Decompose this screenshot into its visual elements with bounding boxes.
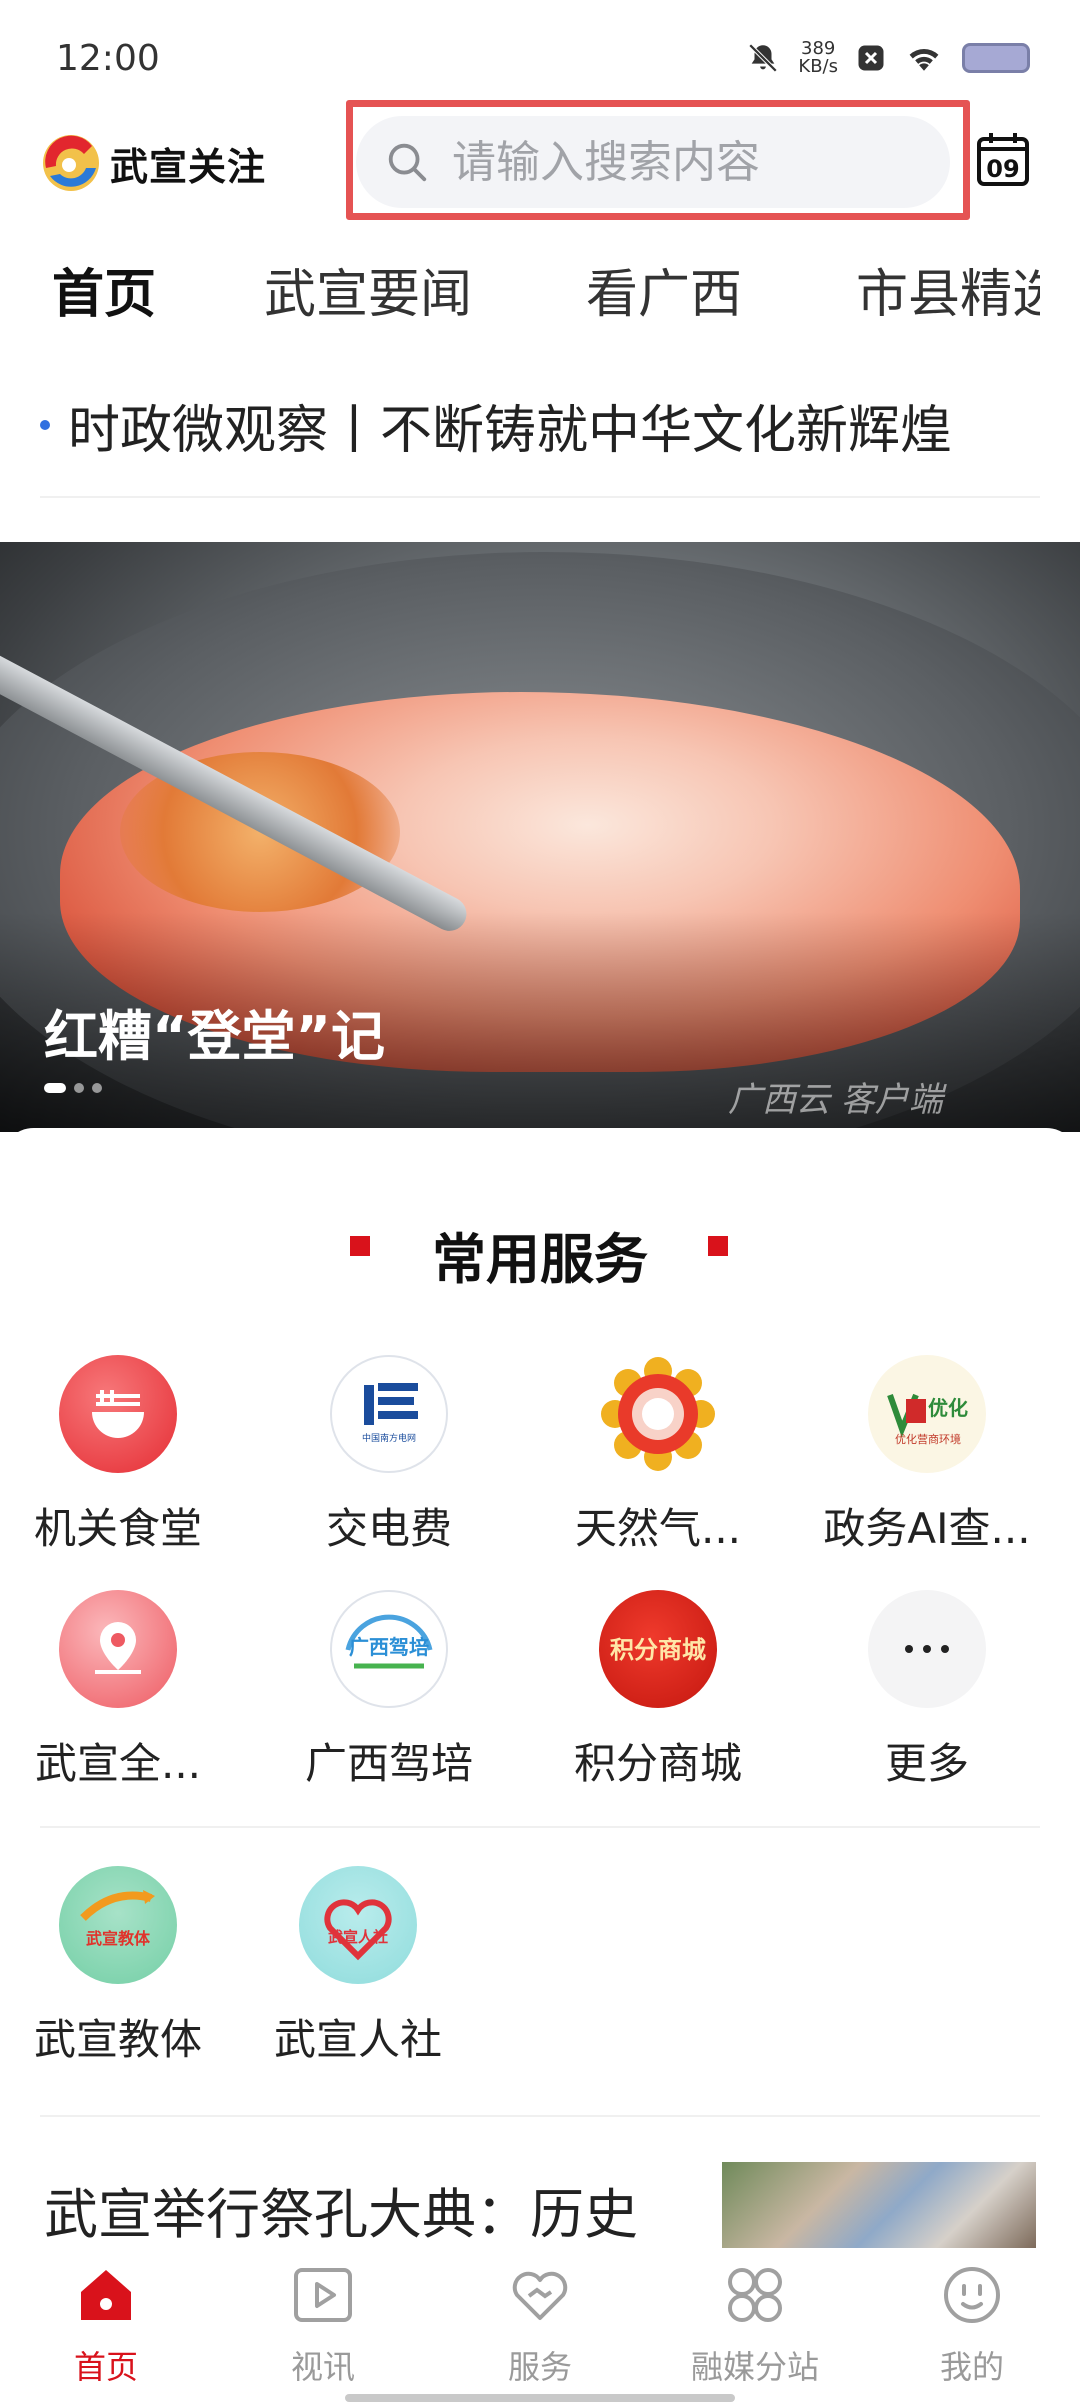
services-title: 常用服务 [432,1228,648,1291]
tab-home[interactable]: 首页 [52,252,156,327]
ticker-text: 时政微观察丨不断铸就中华文化新辉煌 [68,400,953,461]
bell-muted-icon [749,43,778,73]
banner-dot[interactable] [92,1083,102,1093]
service-points-mall[interactable]: 积分商城 积分商城 [543,1590,773,1791]
network-speed: 389 KB/s [798,40,838,76]
service-label: 天然气... [574,1504,742,1553]
video-icon [294,2268,352,2322]
education-icon: 武宣教体 [59,1866,177,1984]
power-grid-badge: 中国南方电网 [362,1432,416,1444]
search-icon [388,143,427,182]
driving-school-icon: 广西驾培 [330,1590,448,1708]
service-label: 武宣人社 [273,2015,442,2064]
service-gas[interactable]: 天然气... [543,1355,773,1556]
service-location[interactable]: 武宣全... [3,1590,233,1791]
tab-wuxuan-news[interactable]: 武宣要闻 [264,252,472,327]
points-mall-badge: 积分商城 [610,1635,706,1664]
location-icon [59,1590,177,1708]
gov-ai-icon: 优化 优化营商环境 [868,1355,986,1473]
service-more[interactable]: 更多 [812,1590,1042,1791]
news-item-thumbnail[interactable] [722,2162,1036,2248]
divider [40,496,1040,498]
nav-profile[interactable]: 我的 [902,2262,1042,2388]
network-speed-unit: KB/s [798,56,838,77]
nav-label: 我的 [939,2348,1004,2386]
home-indicator[interactable] [345,2394,735,2402]
calendar-day: 09 [986,155,1019,183]
points-mall-icon: 积分商城 [599,1590,717,1708]
nav-substation[interactable]: 融媒分站 [685,2262,825,2388]
status-icons: 389 KB/s [746,40,1030,76]
service-label: 武宣教体 [33,2015,202,2064]
wifi-icon [909,49,939,71]
driving-school-badge: 广西驾培 [349,1635,429,1659]
hr-social-badge: 武宣人社 [328,1928,388,1946]
service-hr-social[interactable]: 武宣人社 武宣人社 [243,1866,473,2067]
status-bar: 12:00 389 KB/s [0,0,1080,110]
service-label: 广西驾培 [304,1739,473,1788]
service-driving-school[interactable]: 广西驾培 广西驾培 [274,1590,504,1791]
category-tabs: 首页 武宣要闻 看广西 市县精选 [0,240,1040,330]
service-heart-icon [512,2271,568,2320]
service-education[interactable]: 武宣教体 武宣教体 [3,1866,233,2067]
service-label: 武宣全... [34,1739,202,1788]
service-label: 积分商城 [573,1739,742,1788]
banner-pagination [44,1083,102,1093]
service-label: 交电费 [325,1504,452,1553]
nav-label: 首页 [73,2348,138,2386]
hero-banner[interactable]: 红糟“登堂”记 广西云 客户端 [0,542,1080,1132]
app-logo-mark-icon [43,135,99,191]
divider [40,1826,1040,1828]
profile-face-icon [944,2267,1000,2323]
service-canteen[interactable]: 机关食堂 [3,1355,233,1556]
app-logo: 武宣关注 [40,132,266,194]
calendar-icon[interactable]: 09 [976,131,1030,187]
service-electricity[interactable]: 中国南方电网 交电费 [274,1355,504,1556]
canteen-icon [59,1355,177,1473]
banner-title: 红糟“登堂”记 [44,1005,385,1068]
more-icon [868,1590,986,1708]
nav-label: 服务 [507,2348,572,2386]
divider [40,2115,1040,2117]
substation-grid-icon [728,2268,782,2322]
battery-icon [962,43,1030,73]
app-logo-text: 武宣关注 [110,144,267,189]
gas-icon [599,1355,717,1473]
banner-watermark: 广西云 客户端 [728,1080,943,1120]
service-gov-ai[interactable]: 优化 优化营商环境 政务AI查... [812,1355,1042,1556]
news-item-title[interactable]: 武宣举行祭孔大典：历史 [44,2170,638,2249]
nav-home[interactable]: 首页 [36,2262,176,2388]
tab-guangxi[interactable]: 看广西 [586,252,742,327]
nav-services[interactable]: 服务 [470,2262,610,2388]
nav-label: 视讯 [290,2348,355,2386]
tab-county-picks[interactable]: 市县精选 [856,252,1040,327]
search-bar[interactable] [356,116,950,208]
banner-dot-active[interactable] [44,1083,66,1093]
home-icon [81,2270,131,2320]
x-notification-icon [858,45,884,71]
headline-ticker[interactable]: 时政微观察丨不断铸就中华文化新辉煌 [40,385,1040,465]
hr-social-icon: 武宣人社 [299,1866,417,1984]
bottom-navigation: 首页 视讯 服务 融媒分站 我的 [0,2248,1080,2408]
nav-video[interactable]: 视讯 [253,2262,393,2388]
service-label: 机关食堂 [33,1504,202,1553]
status-time: 12:00 [56,38,160,79]
search-input[interactable] [452,136,912,188]
power-grid-icon: 中国南方电网 [330,1355,448,1473]
banner-dot[interactable] [74,1083,84,1093]
service-label: 政务AI查... [823,1504,1031,1553]
service-label: 更多 [884,1739,969,1788]
nav-label: 融媒分站 [690,2348,819,2386]
svg-text:优化: 优化 [928,1396,968,1420]
education-badge: 武宣教体 [86,1929,151,1948]
services-header: 常用服务 [0,1215,1080,1294]
gov-ai-badge: 优化营商环境 [895,1432,961,1446]
ticker-bullet-icon [40,420,50,430]
